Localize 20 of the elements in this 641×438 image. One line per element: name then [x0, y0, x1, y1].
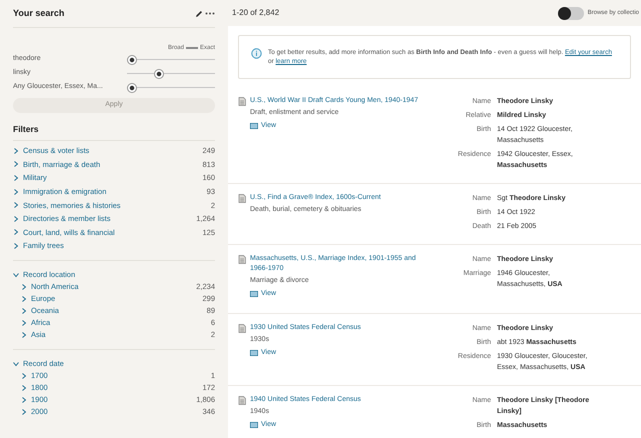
sidebar-title: Your search: [13, 6, 64, 20]
info-icon: [251, 48, 262, 59]
slider-thumb[interactable]: [127, 54, 137, 64]
more-icon[interactable]: [205, 12, 215, 15]
image-icon: [250, 291, 258, 297]
slider-thumb[interactable]: [154, 68, 164, 78]
results-count: 1-20 of 2,842: [232, 7, 280, 19]
document-icon: [238, 396, 246, 405]
image-icon: [250, 422, 258, 428]
toggle-switch[interactable]: [558, 6, 584, 20]
image-icon: [250, 123, 258, 129]
document-icon: [238, 194, 246, 203]
image-icon: [250, 350, 258, 356]
document-icon: [238, 324, 246, 333]
filters-heading: Filters: [13, 123, 40, 136]
slider-thumb[interactable]: [127, 82, 137, 92]
document-icon: [238, 97, 246, 106]
document-icon: [238, 255, 246, 264]
pencil-icon[interactable]: [195, 10, 203, 18]
scale-line: [186, 47, 198, 49]
